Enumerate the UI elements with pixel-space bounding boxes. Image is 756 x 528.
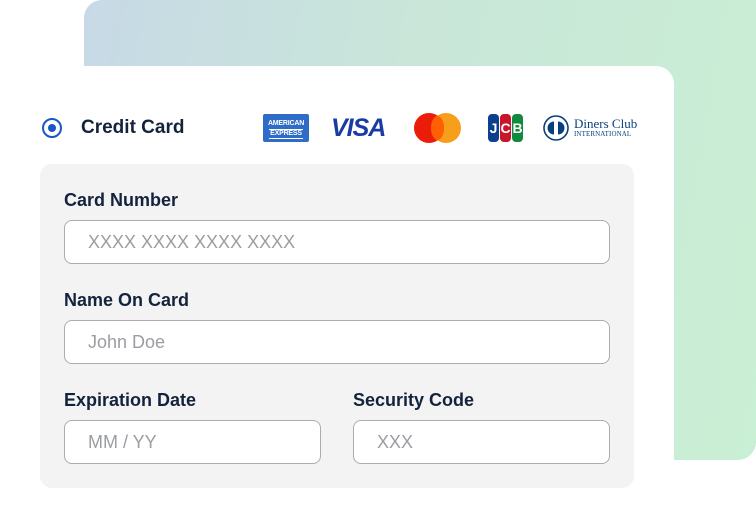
diners-club-logo-icon: Diners Club INTERNATIONAL [543,115,643,141]
security-code-label: Security Code [353,390,475,410]
jcb-logo-icon: J C B [488,114,524,142]
payment-method-row[interactable]: Credit Card AMERICAN EXPRESS VISA J C B … [42,112,642,144]
credit-card-radio[interactable] [42,118,62,138]
name-on-card-label: Name On Card [64,290,190,310]
visa-logo-icon: VISA [331,114,386,142]
diners-circle-icon [543,115,569,141]
amex-logo-icon: AMERICAN EXPRESS [263,114,309,142]
amex-logo-line2: EXPRESS [269,129,303,139]
jcb-letter-c: C [500,114,511,142]
card-brand-logos: AMERICAN EXPRESS VISA J C B Diners Club … [263,112,643,144]
payment-method-label[interactable]: Credit Card [81,117,184,139]
amex-logo-line1: AMERICAN [267,120,305,127]
name-on-card-input[interactable] [64,320,610,364]
mastercard-logo-icon [414,113,464,143]
card-number-input[interactable] [64,220,610,264]
expiration-date-input[interactable] [64,420,321,464]
mastercard-overlap [431,116,444,140]
jcb-letter-b: B [512,114,523,142]
expiration-date-label: Expiration Date [64,390,197,410]
diners-club-subtitle: INTERNATIONAL [574,130,632,138]
card-number-label: Card Number [64,190,179,210]
security-code-input[interactable] [353,420,610,464]
jcb-letter-j: J [488,114,499,142]
